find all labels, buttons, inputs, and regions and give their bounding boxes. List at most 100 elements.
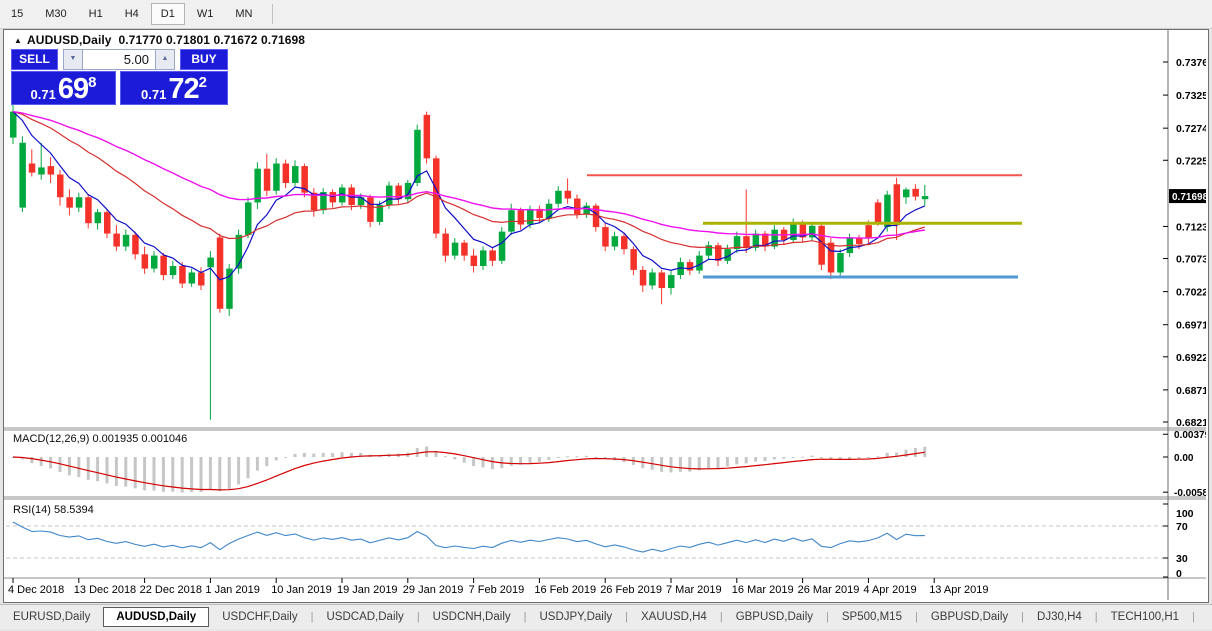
macd-histogram-bar [594,456,598,458]
macd-histogram-bar [124,457,128,487]
chart-tab-EURUSD-Daily[interactable]: EURUSD,Daily [0,607,103,627]
candle-body [188,272,196,284]
candle-body [122,234,130,247]
macd-histogram-bar [678,457,682,472]
chart-tab-USDCAD-Daily[interactable]: USDCAD,Daily [313,607,416,627]
macd-histogram-bar [735,457,739,465]
candle-body [57,174,64,198]
macd-histogram-bar [199,457,203,493]
chart-tab-AUDUSD-Daily[interactable]: AUDUSD,Daily [103,607,210,627]
chart-tab-SP500-M15[interactable]: SP500,M15 [829,607,915,627]
chart-tab-TECH100-H1[interactable]: TECH100,H1 [1098,607,1192,627]
candle-body [169,266,177,276]
price-axis-label: 0.72745 [1176,123,1206,135]
volume-input[interactable]: 5.00 [83,49,155,70]
time-axis-label: 13 Apr 2019 [929,584,988,596]
buy-price-display[interactable]: 0.71 72 2 [120,71,228,105]
sell-button[interactable]: SELL [11,49,58,70]
timeframe-button-H4[interactable]: H4 [115,3,149,25]
buy-button[interactable]: BUY [180,49,228,70]
chart-tab-DJ30-H4[interactable]: DJ30,H4 [1024,607,1095,627]
candle-body [555,190,562,204]
candle-body [160,255,167,276]
chart-tab-USDCHF-Daily[interactable]: USDCHF,Daily [209,607,310,627]
candle-body [10,111,17,138]
sell-price-big: 69 [57,73,89,105]
macd-histogram-bar [575,456,579,458]
buy-price-sup: 2 [198,74,207,91]
candle-body [470,255,478,267]
macd-indicator-label: MACD(12,26,9) 0.001935 0.001046 [13,433,188,445]
candle-body [527,208,534,225]
ma-medium-red [12,111,925,249]
candle-body [743,236,750,248]
candle-body [273,163,280,191]
buy-price-prefix: 0.71 [141,87,167,102]
candle-body [386,185,393,206]
candle-body [668,275,675,289]
candle-body [903,189,910,198]
macd-histogram-bar [293,453,297,457]
macd-histogram-bar [321,452,325,457]
candle-body [912,188,919,197]
timeframe-button-D1[interactable]: D1 [150,3,185,25]
candle-body [179,266,186,284]
macd-histogram-bar [490,457,494,470]
timeframe-button-W1[interactable]: W1 [187,3,224,25]
volume-decrease-button[interactable]: ▼ [63,49,83,70]
macd-histogram-bar [913,447,917,457]
macd-histogram-bar [227,457,231,490]
macd-histogram-bar [688,457,692,472]
candle-body [461,242,468,256]
macd-histogram-bar [274,457,278,461]
macd-histogram-bar [660,457,664,472]
macd-histogram-bar [443,456,447,458]
macd-histogram-bar [904,449,908,457]
price-chart-canvas[interactable]: 0.737650.732550.727450.722500.712300.707… [4,30,1206,600]
rsi-axis-label: 30 [1176,553,1188,565]
chart-tab-GBPUSD-Daily[interactable]: GBPUSD,Daily [918,607,1021,627]
candle-body [198,272,205,286]
candle-body [151,255,158,269]
time-axis-label: 10 Jan 2019 [271,584,332,596]
candle-body [658,272,666,289]
candle-body [263,168,271,191]
candle-body [621,236,628,250]
sell-price-prefix: 0.71 [30,87,56,102]
time-axis-label: 4 Apr 2019 [863,584,916,596]
candle-body [423,114,431,159]
candle-body [254,168,261,203]
timeframe-button-15[interactable]: 15 [1,3,33,25]
chart-tab-XAUUSD-H4[interactable]: XAUUSD,H4 [628,607,720,627]
candle-body [141,254,149,269]
macd-histogram-bar [86,457,90,480]
macd-histogram-bar [340,452,344,457]
chart-tab-GBPUSD-Daily[interactable]: GBPUSD,Daily [723,607,826,627]
chart-tab-USDJPY-Daily[interactable]: USDJPY,Daily [526,607,625,627]
macd-histogram-bar [772,457,776,460]
macd-histogram-bar [819,457,823,458]
candle-body [132,234,139,255]
timeframe-button-H1[interactable]: H1 [79,3,113,25]
macd-histogram-bar [255,457,259,471]
candle-body [207,257,214,268]
volume-increase-button[interactable]: ▲ [155,49,175,70]
macd-histogram-bar [462,457,466,463]
candle-body [564,190,572,199]
rsi-axis-label: 100 [1176,508,1194,520]
candle-body [611,236,619,247]
macd-histogram-bar [190,457,194,492]
candle-body [226,268,233,309]
candle-body [921,196,929,200]
candle-body [104,212,111,234]
timeframe-button-M30[interactable]: M30 [35,3,76,25]
timeframe-toolbar: 15 M30 H1 H4 D1 W1 MN [0,0,1212,29]
timeframe-button-MN[interactable]: MN [225,3,262,25]
ma-fast-blue [12,111,926,281]
chart-tab-USDCNH-Daily[interactable]: USDCNH,Daily [420,607,524,627]
macd-histogram-bar [453,457,457,460]
sell-price-display[interactable]: 0.71 69 8 [11,71,116,105]
symbol-marker-icon: ▲ [14,36,23,45]
candle-body [517,210,525,225]
macd-histogram-bar [509,457,513,466]
